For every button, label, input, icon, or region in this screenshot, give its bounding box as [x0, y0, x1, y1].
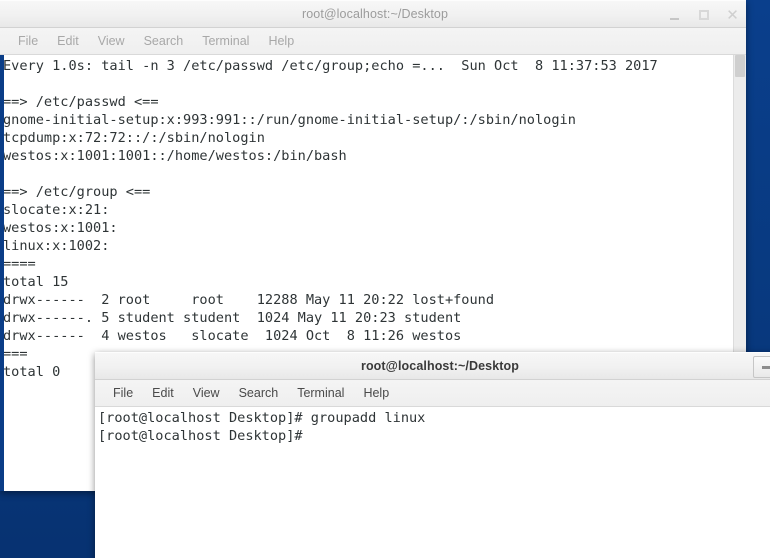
- menu-item-view[interactable]: View: [90, 31, 133, 51]
- minimize-button-secondary[interactable]: [753, 356, 770, 378]
- terminal-line: total 15: [3, 274, 69, 290]
- close-button-main[interactable]: ✕: [725, 8, 740, 23]
- terminal-output-secondary[interactable]: [root@localhost Desktop]# groupadd linux…: [95, 407, 770, 558]
- menu-item-edit[interactable]: Edit: [144, 383, 182, 403]
- close-icon: ✕: [726, 6, 739, 24]
- terminal-line: linux:x:1002:: [3, 238, 110, 254]
- menu-item-edit[interactable]: Edit: [49, 31, 87, 51]
- terminal-line: ==> /etc/group <==: [3, 184, 151, 200]
- terminal-line: ==> /etc/passwd <==: [3, 94, 159, 110]
- scrollbar-thumb[interactable]: [735, 55, 745, 77]
- menu-item-view[interactable]: View: [185, 383, 228, 403]
- menu-item-terminal[interactable]: Terminal: [289, 383, 352, 403]
- terminal-line: ====: [3, 256, 36, 272]
- terminal-line: [root@localhost Desktop]#: [98, 428, 303, 444]
- terminal-line: drwx------. 5 student student 1024 May 1…: [3, 310, 462, 326]
- window-controls-main: ✕: [667, 1, 740, 29]
- terminal-line: westos:x:1001:1001::/home/westos:/bin/ba…: [3, 148, 347, 164]
- maximize-icon: [698, 10, 709, 20]
- window-title-secondary: root@localhost:~/Desktop: [360, 359, 519, 373]
- menu-item-help[interactable]: Help: [355, 383, 397, 403]
- menu-item-file[interactable]: File: [105, 383, 141, 403]
- terminal-line: drwx------ 2 root root 12288 May 11 20:2…: [3, 292, 495, 308]
- terminal-line: [root@localhost Desktop]# groupadd linux: [98, 410, 426, 426]
- menubar-secondary: File Edit View Search Terminal Help: [95, 380, 770, 407]
- terminal-line: drwx------ 4 westos slocate 1024 Oct 8 1…: [3, 328, 462, 344]
- menu-item-search[interactable]: Search: [231, 383, 287, 403]
- terminal-line: slocate:x:21:: [3, 202, 110, 218]
- menu-item-terminal[interactable]: Terminal: [194, 31, 257, 51]
- window-controls-secondary: [753, 353, 770, 381]
- menu-item-file[interactable]: File: [10, 31, 46, 51]
- window-title-main: root@localhost:~/Desktop: [301, 7, 449, 21]
- maximize-button-main[interactable]: [696, 8, 711, 23]
- terminal-line: gnome-initial-setup:x:993:991::/run/gnom…: [3, 112, 576, 128]
- terminal-body-secondary[interactable]: [root@localhost Desktop]# groupadd linux…: [95, 407, 770, 558]
- menubar-main: File Edit View Search Terminal Help: [0, 28, 746, 55]
- menu-item-search[interactable]: Search: [136, 31, 192, 51]
- titlebar-secondary[interactable]: root@localhost:~/Desktop: [95, 352, 770, 380]
- terminal-left-accent: [0, 55, 4, 491]
- screen: root@localhost:~/Desktop ✕ File Edit Vie…: [0, 0, 770, 558]
- terminal-window-secondary[interactable]: root@localhost:~/Desktop File Edit View …: [95, 352, 770, 558]
- minimize-icon: [761, 365, 770, 369]
- terminal-line: tcpdump:x:72:72::/:/sbin/nologin: [3, 130, 265, 146]
- terminal-line: Every 1.0s: tail -n 3 /etc/passwd /etc/g…: [3, 58, 658, 74]
- minimize-icon: [670, 17, 679, 20]
- minimize-button-main[interactable]: [667, 8, 682, 23]
- menu-item-help[interactable]: Help: [260, 31, 302, 51]
- terminal-line: westos:x:1001:: [3, 220, 118, 236]
- titlebar-main[interactable]: root@localhost:~/Desktop ✕: [0, 0, 746, 28]
